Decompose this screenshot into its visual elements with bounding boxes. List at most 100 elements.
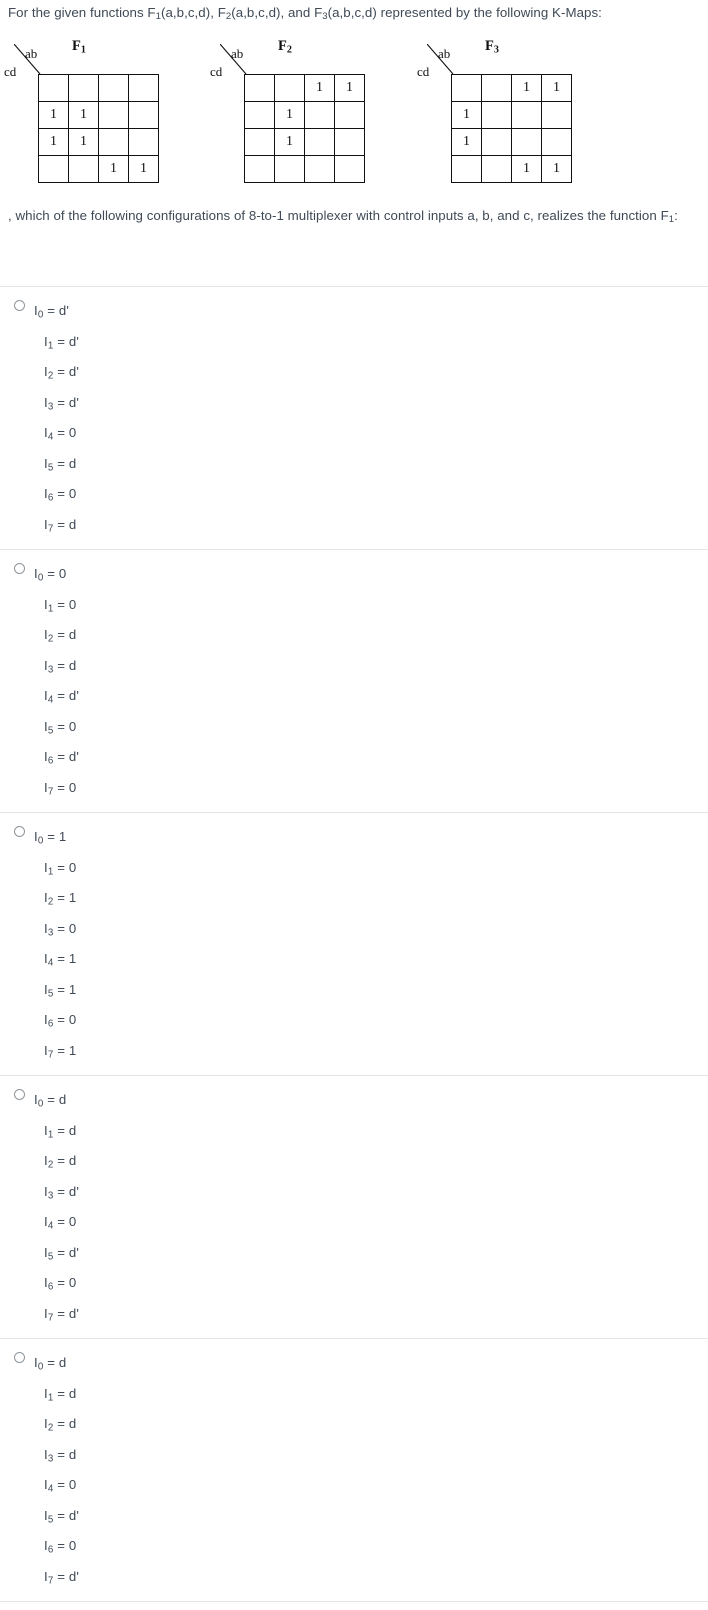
answer-option-4[interactable]: I0 = d I1 = d I2 = d I3 = d' I4 = 0 I5 = d' I6…	[0, 1075, 708, 1338]
kmap-grid-1: 111111	[38, 74, 159, 183]
option-line-group: I0 = d I1 = d I2 = d I3 = d' I4 = 0 I5 = d' I6…	[0, 1085, 708, 1329]
kmap-cell-r1-c3	[334, 101, 365, 129]
question-tail-content: , which of the following configurations …	[8, 208, 678, 224]
option-1-input-2: I2 = d'	[0, 357, 708, 388]
kmap-title-2: F2	[278, 38, 292, 55]
kmap-row: 11	[38, 101, 159, 129]
answer-option-3[interactable]: I0 = 1 I1 = 0 I2 = 1 I3 = 0 I4 = 1 I5 = 1 I6 =…	[0, 812, 708, 1075]
option-5-input-1: I1 = d	[0, 1379, 708, 1410]
option-2-input-5: I5 = 0	[0, 712, 708, 743]
kmap-cell-r3-c0	[451, 155, 482, 183]
kmap-cell-r3-c3: 1	[541, 155, 572, 183]
option-3-input-2: I2 = 1	[0, 883, 708, 914]
kmap-cell-r1-c1: 1	[68, 101, 99, 129]
kmap-row: 11	[38, 128, 159, 156]
kmap-cell-r2-c2	[304, 128, 335, 156]
option-4-input-7: I7 = d'	[0, 1299, 708, 1330]
option-5-input-7-suffix: = d'	[53, 1568, 80, 1584]
kmap-title-1: F1	[72, 38, 86, 55]
option-5-input-5: I5 = d'	[0, 1501, 708, 1532]
kmap-cell-r0-c1	[481, 74, 512, 102]
kmap-title-3-base: F	[485, 38, 494, 54]
option-3-input-7: I7 = 1	[0, 1036, 708, 1067]
option-2-input-1-suffix: = 0	[53, 596, 77, 612]
tail-lead: , which of the following configurations …	[8, 208, 669, 223]
option-4-input-5-suffix: = d'	[53, 1244, 80, 1260]
kmap-cell-r0-c0	[38, 74, 69, 102]
kmap-cell-r2-c0	[244, 128, 275, 156]
kmap-cell-r1-c1	[481, 101, 512, 129]
kmap-cell-r3-c2	[304, 155, 335, 183]
radio-button-option-1[interactable]	[14, 300, 25, 311]
kmap-cell-r1-c2	[98, 101, 129, 129]
answer-option-1[interactable]: I0 = d' I1 = d' I2 = d' I3 = d' I4 = 0 I5 = d…	[0, 286, 708, 549]
option-5-input-6-suffix: = 0	[53, 1538, 77, 1553]
kmap-f3: F3 ab cd 1 1 1 1 1 1	[415, 38, 590, 190]
kmap-cell-r2-c2	[98, 128, 129, 156]
option-4-input-1: I1 = d	[0, 1116, 708, 1147]
kmap-figure-group: F1 ab cd 1 1 1 1 1 1 F2 ab cd 1 1 1 1 F3 ab cd 1 1 1 1 1 1	[0, 38, 708, 193]
radio-button-option-5[interactable]	[14, 1352, 25, 1363]
question-tail-text: , which of the following configurations …	[8, 203, 700, 229]
kmap-row: 1	[244, 101, 365, 129]
option-3-input-3: I3 = 0	[0, 914, 708, 945]
kmap-f2: F2 ab cd 1 1 1 1	[208, 38, 383, 190]
option-5-input-0-suffix: = d	[43, 1355, 67, 1370]
option-1-input-5-suffix: = d	[53, 455, 77, 471]
kmap-title-2-base: F	[278, 38, 287, 54]
option-4-input-4: I4 = 0	[0, 1207, 708, 1238]
option-2-input-7: I7 = 0	[0, 773, 708, 804]
kmap-cell-r2-c3	[128, 128, 159, 156]
kmap-column-label-ab: ab	[25, 46, 38, 61]
kmap-cell-r1-c0: 1	[451, 101, 482, 129]
option-3-input-1-suffix: = 0	[53, 859, 77, 875]
answer-option-2[interactable]: I0 = 0 I1 = 0 I2 = d I3 = d I4 = d' I5 = 0 I6 …	[0, 549, 708, 812]
question-intro-text: For the given functions F1(a,b,c,d), F2(…	[8, 2, 702, 23]
option-3-input-4: I4 = 1	[0, 944, 708, 975]
option-1-input-1-suffix: = d'	[53, 333, 80, 349]
option-3-input-7-suffix: = 1	[53, 1042, 77, 1058]
radio-button-option-2[interactable]	[14, 563, 25, 574]
option-3-input-1: I1 = 0	[0, 853, 708, 884]
option-1-input-3-suffix: = d'	[53, 394, 80, 410]
kmap-cell-r3-c3	[334, 155, 365, 183]
option-4-input-3-suffix: = d'	[53, 1183, 80, 1199]
kmap-cell-r3-c1	[68, 155, 99, 183]
radio-button-option-3[interactable]	[14, 826, 25, 837]
option-2-input-0-suffix: = 0	[43, 566, 67, 581]
kmap-cell-r1-c2	[304, 101, 335, 129]
intro-func-2-base: F	[217, 5, 226, 20]
answer-options-list: I0 = d' I1 = d' I2 = d' I3 = d' I4 = 0 I5 = d…	[0, 286, 708, 1602]
option-1-input-2-suffix: = d'	[53, 364, 80, 379]
option-4-input-6-suffix: = 0	[53, 1275, 77, 1290]
option-4-input-5: I5 = d'	[0, 1238, 708, 1269]
option-5-input-3: I3 = d	[0, 1440, 708, 1471]
option-2-input-3: I3 = d	[0, 651, 708, 682]
option-1-input-0: I0 = d'	[0, 296, 708, 327]
option-3-input-3-suffix: = 0	[53, 920, 77, 936]
kmap-cell-r0-c0	[244, 74, 275, 102]
option-2-input-5-suffix: = 0	[53, 718, 77, 734]
kmap-cell-r2-c3	[541, 128, 572, 156]
option-1-input-7: I7 = d	[0, 510, 708, 541]
option-line-group: I0 = d I1 = d I2 = d I3 = d I4 = 0 I5 = d' I6 …	[0, 1348, 708, 1592]
option-1-input-5: I5 = d	[0, 449, 708, 480]
intro-func-2-suffix: (a,b,c,d), and	[231, 5, 315, 20]
kmap-cell-r2-c0: 1	[451, 128, 482, 156]
option-5-input-4: I4 = 0	[0, 1470, 708, 1501]
kmap-row	[244, 155, 365, 183]
intro-lead: For the given functions	[8, 5, 148, 20]
option-1-input-7-suffix: = d	[53, 516, 77, 532]
kmap-row: 1	[451, 128, 572, 156]
radio-button-option-4[interactable]	[14, 1089, 25, 1100]
option-5-input-2-suffix: = d	[53, 1416, 77, 1431]
kmap-cell-r1-c2	[511, 101, 542, 129]
kmap-row	[38, 74, 159, 102]
kmap-cell-r0-c1	[274, 74, 305, 102]
option-line-group: I0 = 0 I1 = 0 I2 = d I3 = d I4 = d' I5 = 0 I6 …	[0, 559, 708, 803]
option-4-input-2-suffix: = d	[53, 1153, 77, 1168]
option-5-input-7: I7 = d'	[0, 1562, 708, 1593]
tail-colon: :	[674, 208, 678, 223]
answer-option-5[interactable]: I0 = d I1 = d I2 = d I3 = d I4 = 0 I5 = d' I6 …	[0, 1338, 708, 1602]
kmap-cell-r1-c0: 1	[38, 101, 69, 129]
